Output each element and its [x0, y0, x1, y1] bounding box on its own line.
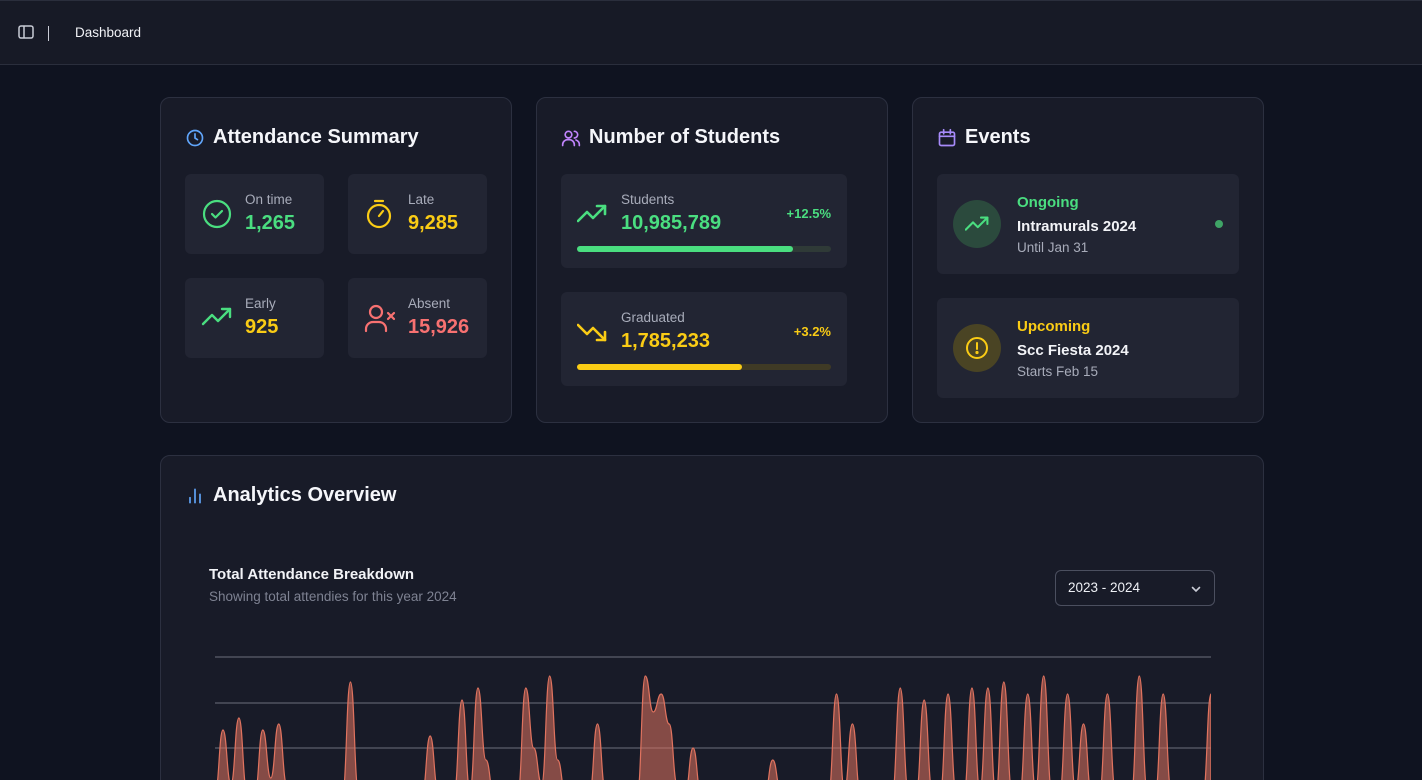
top-bar: Dashboard: [0, 0, 1422, 65]
chart-subtitle: Showing total attendies for this year 20…: [209, 589, 457, 604]
events-header: Events: [937, 126, 1031, 149]
trending-up-icon: [577, 204, 607, 223]
trending-up-icon: [201, 307, 232, 326]
tile-label: Late: [408, 192, 435, 207]
tile-value: 9,285: [408, 212, 459, 234]
attendance-summary-card: Attendance Summary On time 1,265 Late 9,…: [160, 97, 512, 423]
attendance-area-chart[interactable]: [215, 646, 1211, 780]
trending-down-icon: [577, 323, 607, 342]
progress-track: [577, 364, 831, 370]
tile-label: On time: [245, 192, 293, 207]
attendance-tile-late[interactable]: Late 9,285: [348, 174, 487, 254]
graduated-stat: Graduated 1,785,233 +3.2%: [561, 292, 847, 386]
event-date: Starts Feb 15: [1017, 364, 1099, 379]
clock-icon: [186, 129, 204, 146]
stat-change: +3.2%: [793, 324, 831, 339]
events-card: Events Ongoing Intramurals 2024 Until Ja…: [912, 97, 1264, 423]
number-of-students-title: Number of Students: [589, 126, 781, 148]
event-status: Ongoing: [1017, 194, 1079, 211]
year-select[interactable]: 2023 - 2024: [1055, 570, 1215, 606]
bar-chart-icon: [189, 488, 201, 503]
tile-label: Absent: [408, 296, 451, 311]
calendar-icon: [938, 128, 956, 146]
tile-value: 925: [245, 316, 279, 338]
chevron-down-icon: [1191, 586, 1201, 593]
analytics-overview-header: Analytics Overview: [185, 484, 396, 507]
tile-label: Early: [245, 296, 276, 311]
progress-fill: [577, 246, 793, 252]
event-status: Upcoming: [1017, 318, 1091, 335]
analytics-overview-card: Analytics Overview Total Attendance Brea…: [160, 455, 1264, 780]
event-name: Intramurals 2024: [1017, 218, 1137, 235]
students-stat: Students 10,985,789 +12.5%: [561, 174, 847, 268]
attendance-tile-on-time[interactable]: On time 1,265: [185, 174, 324, 254]
progress-track: [577, 246, 831, 252]
number-of-students-header: Number of Students: [561, 126, 780, 149]
tile-value: 1,265: [245, 212, 296, 234]
sidebar-toggle-icon[interactable]: [17, 23, 35, 41]
stat-value: 1,785,233: [621, 330, 710, 352]
stat-label: Students: [621, 192, 675, 207]
stat-change: +12.5%: [786, 206, 831, 221]
alert-circle-icon: [966, 337, 988, 359]
chart-title: Total Attendance Breakdown: [209, 566, 415, 583]
year-select-value: 2023 - 2024: [1068, 580, 1141, 595]
breadcrumb[interactable]: Dashboard: [75, 25, 141, 40]
chart-series-area: [217, 675, 1211, 780]
event-item-ongoing[interactable]: Ongoing Intramurals 2024 Until Jan 31: [937, 174, 1239, 274]
event-date: Until Jan 31: [1017, 240, 1089, 255]
attendance-tile-absent[interactable]: Absent 15,926: [348, 278, 487, 358]
trending-up-icon: [965, 216, 989, 231]
event-icon-circle: [953, 200, 1001, 248]
event-icon-circle: [953, 324, 1001, 372]
attendance-summary-header: Attendance Summary: [185, 126, 419, 149]
attendance-tile-early[interactable]: Early 925: [185, 278, 324, 358]
tile-value: 15,926: [408, 316, 470, 338]
analytics-overview-title: Analytics Overview: [213, 484, 397, 506]
event-name: Scc Fiesta 2024: [1017, 342, 1129, 359]
progress-fill: [577, 364, 743, 370]
event-item-upcoming[interactable]: Upcoming Scc Fiesta 2024 Starts Feb 15: [937, 298, 1239, 398]
stat-value: 10,985,789: [621, 212, 722, 234]
header-divider: [48, 26, 49, 41]
users-icon: [561, 130, 581, 146]
number-of-students-card: Number of Students Students 10,985,789 +…: [536, 97, 888, 423]
stopwatch-icon: [366, 199, 392, 229]
user-x-icon: [364, 304, 396, 333]
live-indicator-dot: [1215, 220, 1223, 228]
stat-label: Graduated: [621, 310, 685, 325]
events-title: Events: [965, 126, 1031, 148]
attendance-summary-title: Attendance Summary: [213, 126, 419, 148]
check-circle-icon: [202, 199, 232, 229]
